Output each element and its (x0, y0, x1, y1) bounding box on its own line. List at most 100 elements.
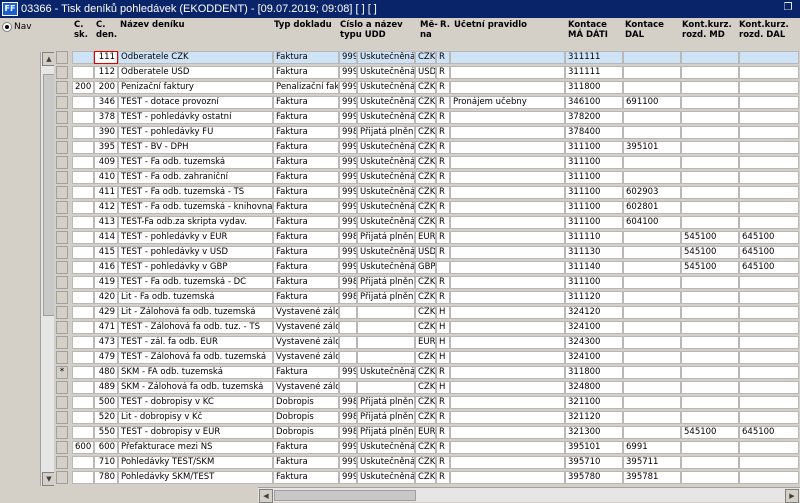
cell-dal[interactable]: 602801 (623, 201, 681, 214)
table-row[interactable]: 415 TEST - pohledávky v USD Faktura 999 Usku… (54, 245, 800, 260)
table-row[interactable]: 409 TEST - Fa odb. tuzemská Faktura 999 Usku… (54, 155, 800, 170)
cell-kdal[interactable] (739, 111, 799, 124)
cell-nazev[interactable]: TEST - Fa odb. tuzemská (118, 156, 273, 169)
cell-udd_n[interactable]: 998 (339, 231, 357, 244)
cell-kdal[interactable] (739, 156, 799, 169)
cell-dal[interactable] (623, 291, 681, 304)
cell-md[interactable]: 378400 (565, 126, 623, 139)
row-selector[interactable] (56, 216, 68, 229)
table-row[interactable]: 411 TEST - Fa odb. tuzemská - TS Faktura 99… (54, 185, 800, 200)
cell-kmd[interactable] (681, 336, 739, 349)
cell-typ[interactable]: Faktura (273, 471, 339, 484)
cell-kdal[interactable] (739, 321, 799, 334)
row-selector[interactable] (56, 411, 68, 424)
cell-dal[interactable] (623, 126, 681, 139)
cell-den[interactable]: 409 (94, 156, 118, 169)
cell-r[interactable]: R (436, 51, 450, 64)
cell-udd_t[interactable] (357, 336, 415, 349)
cell-den[interactable]: 471 (94, 321, 118, 334)
cell-md[interactable]: 321300 (565, 426, 623, 439)
cell-kdal[interactable] (739, 201, 799, 214)
cell-md[interactable]: 395780 (565, 471, 623, 484)
cell-md[interactable]: 311100 (565, 216, 623, 229)
cell-kmd[interactable]: 545100 (681, 246, 739, 259)
cell-kmd[interactable]: 545100 (681, 231, 739, 244)
cell-udd_t[interactable]: Uskutečněná p (357, 201, 415, 214)
cell-kdal[interactable] (739, 171, 799, 184)
cell-sk[interactable] (72, 336, 94, 349)
table-row[interactable]: 473 TEST - zál. fa odb. EUR Vystavené zálo… (54, 335, 800, 350)
row-selector[interactable] (56, 96, 68, 109)
cell-typ[interactable]: Vystavené záloh (273, 336, 339, 349)
table-row[interactable]: 489 SKM - Zálohová fa odb. tuzemská Vystav… (54, 380, 800, 395)
cell-sk[interactable] (72, 141, 94, 154)
cell-nazev[interactable]: TEST - BV - DPH (118, 141, 273, 154)
column-header-udd[interactable]: Číslo a název typu UDD (340, 20, 418, 50)
cell-r[interactable]: R (436, 81, 450, 94)
cell-udd_t[interactable] (357, 321, 415, 334)
cell-mena[interactable]: CZK (415, 141, 436, 154)
cell-ucetni[interactable] (450, 51, 565, 64)
cell-udd_n[interactable]: 999 (339, 246, 357, 259)
cell-typ[interactable]: Faktura (273, 186, 339, 199)
cell-typ[interactable]: Dobropis (273, 411, 339, 424)
cell-den[interactable]: 420 (94, 291, 118, 304)
cell-r[interactable]: R (436, 171, 450, 184)
cell-kdal[interactable] (739, 66, 799, 79)
cell-dal[interactable] (623, 321, 681, 334)
cell-r[interactable]: R (436, 216, 450, 229)
cell-nazev[interactable]: TEST - pohledávky v USD (118, 246, 273, 259)
cell-kdal[interactable] (739, 381, 799, 394)
cell-kmd[interactable] (681, 216, 739, 229)
cell-sk[interactable] (72, 216, 94, 229)
cell-mena[interactable]: CZK (415, 171, 436, 184)
cell-udd_t[interactable]: Uskutečněná p (357, 366, 415, 379)
cell-typ[interactable]: Faktura (273, 111, 339, 124)
cell-nazev[interactable]: TEST - Zálohová fa odb. tuzemská (118, 351, 273, 364)
cell-udd_n[interactable] (339, 351, 357, 364)
cell-mena[interactable]: GBP (415, 261, 436, 274)
cell-nazev[interactable]: Odberatele USD (118, 66, 273, 79)
cell-ucetni[interactable] (450, 351, 565, 364)
cell-dal[interactable] (623, 336, 681, 349)
cell-den[interactable]: 111 (94, 51, 118, 64)
cell-kdal[interactable] (739, 411, 799, 424)
cell-r[interactable]: R (436, 66, 450, 79)
cell-den[interactable]: 479 (94, 351, 118, 364)
row-selector[interactable] (56, 171, 68, 184)
cell-ucetni[interactable] (450, 201, 565, 214)
cell-udd_t[interactable]: Uskutečněná p (357, 471, 415, 484)
cell-kmd[interactable] (681, 276, 739, 289)
table-row[interactable]: 112Odberatele USDFaktura999Uskutečněná p… (54, 65, 800, 80)
cell-kdal[interactable] (739, 336, 799, 349)
cell-ucetni[interactable] (450, 156, 565, 169)
cell-udd_t[interactable]: Přijatá plnění z (357, 426, 415, 439)
cell-udd_t[interactable]: Uskutečněná p (357, 456, 415, 469)
cell-mena[interactable]: CZK (415, 156, 436, 169)
cell-md[interactable]: 311111 (565, 51, 623, 64)
cell-typ[interactable]: Faktura (273, 171, 339, 184)
cell-udd_n[interactable]: 998 (339, 126, 357, 139)
column-header-sk[interactable]: Č. sk. (74, 20, 94, 50)
row-selector[interactable] (56, 186, 68, 199)
nav-radio[interactable]: Nav (2, 22, 32, 32)
column-header-ucetni[interactable]: Účetní pravidlo (454, 20, 564, 50)
cell-den[interactable]: 390 (94, 126, 118, 139)
cell-mena[interactable]: CZK (415, 276, 436, 289)
cell-mena[interactable]: CZK (415, 366, 436, 379)
cell-sk[interactable] (72, 186, 94, 199)
vertical-scrollbar[interactable]: ▲ ▼ (40, 52, 56, 486)
cell-md[interactable]: 311800 (565, 81, 623, 94)
cell-nazev[interactable]: TEST - dobropisy v EUR (118, 426, 273, 439)
column-header-typ[interactable]: Typ dokladu (274, 20, 338, 50)
table-row[interactable]: 414 TEST - pohledávky v EUR Faktura 998 Přij… (54, 230, 800, 245)
table-row[interactable]: * 480 SKM - FA odb. tuzemská Faktura 999 Usku… (54, 365, 800, 380)
cell-den[interactable]: 429 (94, 306, 118, 319)
cell-r[interactable]: R (436, 201, 450, 214)
cell-md[interactable]: 324120 (565, 306, 623, 319)
cell-udd_t[interactable]: Uskutečněná p (357, 216, 415, 229)
cell-udd_n[interactable]: 999 (339, 261, 357, 274)
row-selector[interactable] (56, 51, 68, 64)
cell-sk[interactable] (72, 126, 94, 139)
cell-typ[interactable]: Faktura (273, 366, 339, 379)
